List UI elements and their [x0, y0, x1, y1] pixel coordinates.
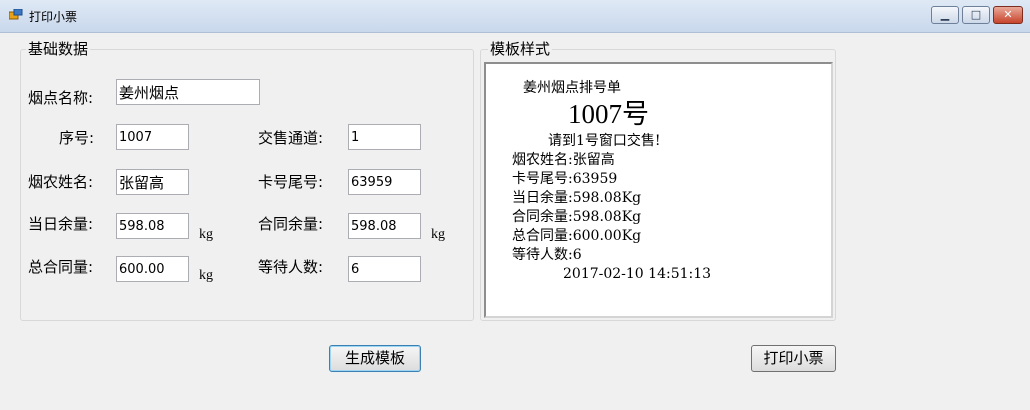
contract-remaining-input[interactable]	[348, 213, 421, 239]
generate-template-button[interactable]: 生成模板	[329, 345, 421, 372]
wait-count-input[interactable]	[348, 256, 421, 282]
seq-input[interactable]	[116, 124, 189, 150]
today-label: 当日余量:	[28, 215, 94, 233]
preview-farmer: 烟农姓名:张留高	[512, 152, 615, 168]
today-input[interactable]	[116, 213, 189, 239]
preview-number: 1007号	[568, 99, 649, 129]
basic-data-title: 基础数据	[26, 40, 91, 58]
name-input[interactable]	[116, 79, 260, 105]
farmer-input[interactable]	[116, 169, 189, 195]
preview-card: 卡号尾号:63959	[512, 171, 618, 187]
preview-timestamp: 2017-02-10 14:51:13	[563, 266, 712, 282]
template-preview: 姜州烟点排号单 1007号 请到1号窗口交售! 烟农姓名:张留高 卡号尾号:63…	[484, 62, 833, 318]
preview-today: 当日余量:598.08Kg	[512, 190, 642, 206]
app-icon	[9, 9, 23, 20]
name-label: 烟点名称:	[28, 89, 94, 107]
preview-instruction: 请到1号窗口交售!	[548, 133, 661, 149]
print-ticket-button[interactable]: 打印小票	[751, 345, 836, 372]
minimize-button[interactable]: ▁	[931, 6, 959, 24]
card-input[interactable]	[348, 169, 421, 195]
title-bar: 打印小票 ▁ □ ✕	[0, 0, 1030, 33]
template-title: 模板样式	[488, 40, 553, 58]
farmer-label: 烟农姓名:	[28, 173, 94, 191]
close-button[interactable]: ✕	[993, 6, 1023, 24]
preview-total-contract: 总合同量:600.00Kg	[512, 228, 642, 244]
contract-remaining-label: 合同余量:	[258, 215, 324, 233]
preview-header: 姜州烟点排号单	[523, 80, 621, 96]
wait-count-label: 等待人数:	[258, 258, 324, 276]
contract-remaining-unit: kg	[431, 227, 445, 242]
today-unit: kg	[199, 227, 213, 242]
total-contract-input[interactable]	[116, 256, 189, 282]
channel-label: 交售通道:	[258, 129, 324, 147]
maximize-button[interactable]: □	[962, 6, 990, 24]
preview-contract-remaining: 合同余量:598.08Kg	[512, 209, 642, 225]
seq-label: 序号:	[59, 129, 95, 147]
card-label: 卡号尾号:	[258, 173, 324, 191]
window-title: 打印小票	[29, 10, 78, 24]
channel-input[interactable]	[348, 124, 421, 150]
total-contract-label: 总合同量:	[28, 258, 94, 276]
preview-wait-count: 等待人数:6	[512, 247, 582, 263]
total-contract-unit: kg	[199, 268, 213, 283]
